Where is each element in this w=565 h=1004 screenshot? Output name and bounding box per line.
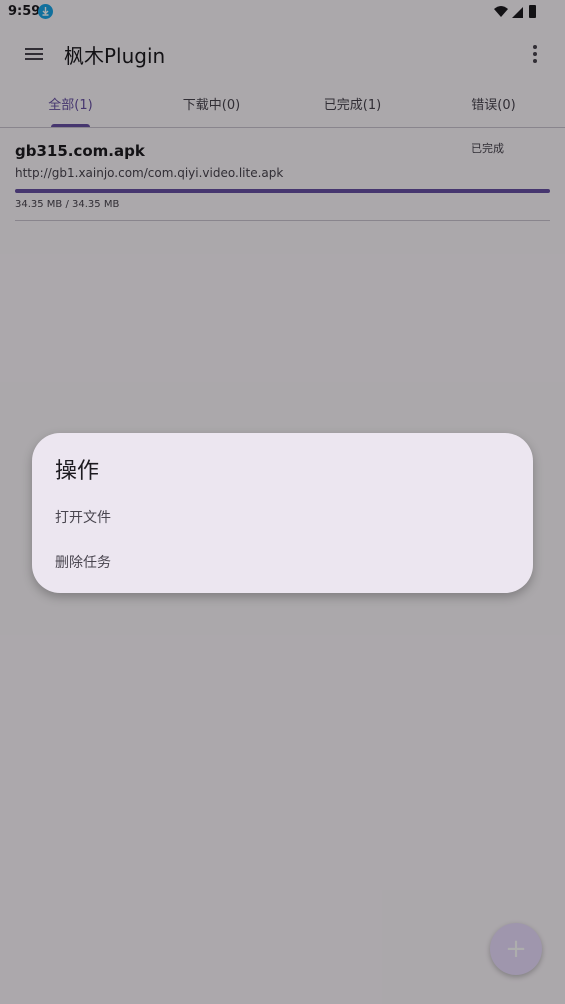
open-file-option[interactable]: 打开文件 bbox=[55, 501, 510, 535]
dialog-title: 操作 bbox=[55, 459, 100, 484]
action-dialog: 操作 打开文件 删除任务 bbox=[32, 433, 533, 593]
delete-task-option[interactable]: 删除任务 bbox=[55, 546, 510, 580]
